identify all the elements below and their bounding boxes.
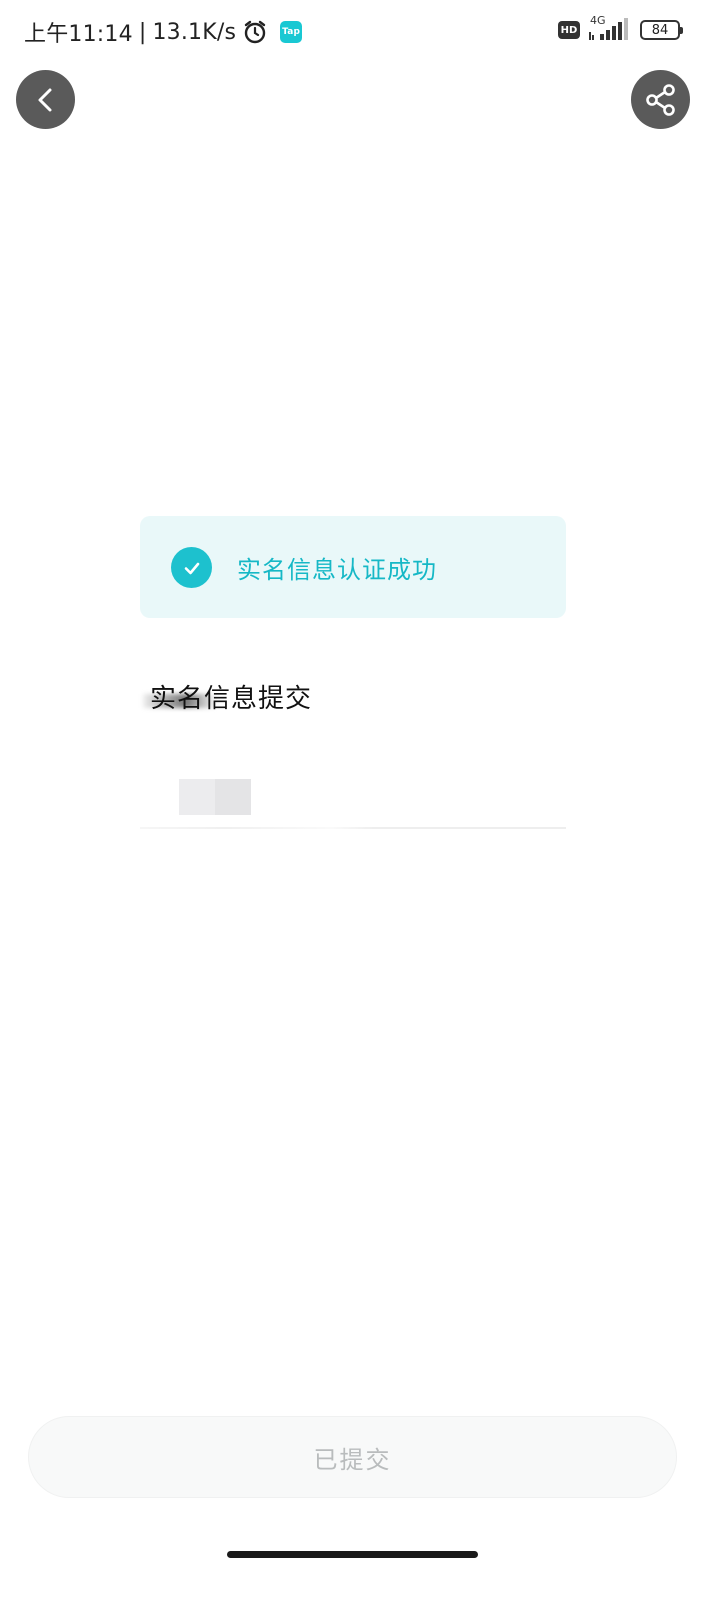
status-separator: | [138, 19, 147, 45]
status-left: 上午11:14 | 13.1K/s Tap [24, 16, 303, 48]
check-icon [171, 547, 212, 588]
submitted-button[interactable]: 已提交 [28, 1416, 677, 1498]
tap-app-icon: Tap [280, 21, 303, 43]
home-indicator[interactable] [227, 1551, 478, 1558]
alarm-icon [242, 19, 268, 45]
hd-icon: HD [558, 21, 580, 39]
back-button[interactable] [16, 70, 75, 129]
status-bar: 上午11:14 | 13.1K/s Tap HD 4G 84 [0, 0, 720, 64]
net-speed: 13.1K/s [152, 19, 237, 45]
battery-level: 84 [651, 22, 669, 38]
success-banner: 实名信息认证成功 [140, 516, 566, 618]
share-button[interactable] [631, 70, 690, 129]
redacted-info [179, 779, 251, 815]
status-right: HD 4G 84 [558, 14, 683, 42]
share-icon [645, 83, 675, 116]
success-message: 实名信息认证成功 [237, 556, 437, 584]
chevron-left-icon [38, 88, 51, 111]
info-divider [140, 827, 566, 829]
signal-icon: 4G [588, 14, 632, 42]
status-time: 上午11:14 [24, 22, 133, 47]
section-title: 实名信息提交 [150, 684, 313, 714]
battery-icon: 84 [640, 20, 683, 40]
